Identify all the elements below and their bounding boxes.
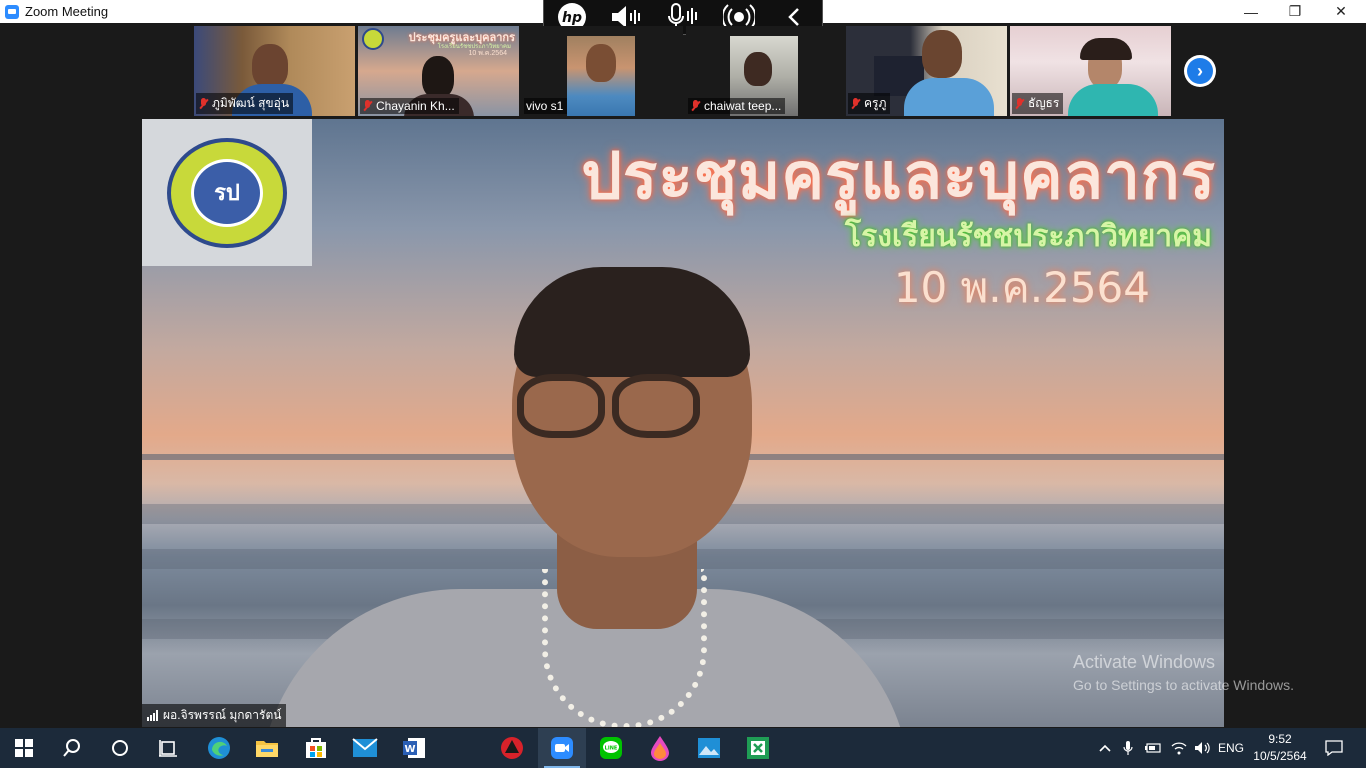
school-logo: รป [142, 119, 312, 266]
participant-name: Chayanin Kh... [376, 99, 455, 113]
zoom-icon[interactable] [538, 728, 586, 768]
mic-muted-icon [198, 97, 209, 110]
window-title: Zoom Meeting [25, 4, 109, 19]
file-explorer-icon[interactable] [243, 728, 291, 768]
next-page-button[interactable]: › [1184, 55, 1216, 87]
school-name: โรงเรียนรัชชประภาวิทยาคม [845, 219, 1212, 254]
svg-text:LINE: LINE [605, 746, 618, 752]
clock-date: 10/5/2564 [1253, 749, 1307, 763]
cortana-icon[interactable] [96, 728, 144, 768]
edge-icon[interactable] [195, 728, 243, 768]
input-language[interactable]: ENG [1216, 728, 1246, 768]
presenter-hair [514, 267, 750, 377]
line-icon[interactable]: LINE [587, 728, 635, 768]
participant-label: Chayanin Kh... [360, 98, 459, 114]
chevron-up-icon[interactable] [1096, 728, 1114, 768]
participant-label: ธัญธร [1012, 93, 1064, 114]
search-icon[interactable] [48, 728, 96, 768]
participant-name: ครูภู [864, 96, 887, 110]
school-logo-icon [362, 28, 384, 50]
close-button[interactable]: ✕ [1318, 0, 1364, 23]
participant-name: chaiwat teep... [704, 99, 782, 113]
mic-muted-icon [1014, 97, 1025, 110]
microphone-tray-icon[interactable] [1119, 728, 1137, 768]
meeting-headline: ประชุมครูและบุคลากร [581, 140, 1216, 214]
store-icon[interactable] [292, 728, 340, 768]
windows-taskbar: W LINE ENG 9:52 10/5/2564 [0, 728, 1366, 768]
participant-label: vivo s1 [524, 98, 568, 114]
meeting-date: 10 พ.ค.2564 [893, 263, 1150, 312]
system-clock[interactable]: 9:52 10/5/2564 [1252, 731, 1308, 765]
participant-label: ภูมิพัฒน์ สุขอุ่น [196, 93, 294, 114]
battery-icon[interactable] [1142, 728, 1164, 768]
signal-strength-icon [147, 710, 158, 721]
excel-icon[interactable] [734, 728, 782, 768]
svg-text:W: W [404, 744, 415, 755]
glasses-icon [517, 374, 605, 438]
maximize-button[interactable]: ❐ [1272, 0, 1318, 23]
active-speaker-video: รป ประชุมครูและบุคลากร โรงเรียนรัชชประภา… [142, 119, 1224, 727]
zoom-app-icon [5, 4, 19, 19]
paint-icon[interactable] [636, 728, 684, 768]
participant-tile[interactable]: ภูมิพัฒน์ สุขอุ่น [194, 26, 355, 116]
necklace [542, 569, 707, 727]
word-icon[interactable]: W [390, 728, 438, 768]
participant-tile[interactable]: ครูภู [846, 26, 1007, 116]
windows-start-icon[interactable] [0, 728, 48, 768]
watermark-title: Activate Windows [1073, 652, 1216, 672]
glasses-icon [612, 374, 700, 438]
activate-windows-watermark: Activate Windows Go to Settings to activ… [1073, 652, 1294, 693]
school-emblem-icon: รป [167, 137, 287, 248]
participant-label: ครูภู [848, 93, 891, 114]
chevron-right-icon: › [1187, 58, 1213, 84]
task-view-icon[interactable] [144, 728, 192, 768]
speaker-name: ผอ.จิรพรรณ์ มุกดารัตน์ [163, 708, 282, 722]
minimize-button[interactable]: — [1228, 0, 1274, 23]
clock-time: 9:52 [1268, 732, 1292, 746]
watermark-subtitle: Go to Settings to activate Windows. [1073, 677, 1294, 693]
participant-name: ธัญธร [1028, 96, 1060, 110]
slide-date: 10 พ.ค.2564 [468, 50, 508, 57]
photos-icon[interactable] [685, 728, 733, 768]
participant-name: vivo s1 [526, 99, 564, 113]
wifi-icon[interactable] [1168, 728, 1190, 768]
volume-icon[interactable] [1192, 728, 1214, 768]
mail-icon[interactable] [341, 728, 389, 768]
mic-muted-icon [850, 97, 861, 110]
participant-tile[interactable]: ประชุมครูและบุคลากร โรงเรียนรัชชประภาวิท… [358, 26, 519, 116]
participant-tile[interactable]: chaiwat teep... [686, 26, 847, 116]
participant-tile[interactable]: vivo s1 [522, 26, 683, 116]
hp-logo-text: hp [562, 10, 582, 26]
mic-muted-icon [362, 100, 373, 112]
mic-muted-icon [690, 100, 701, 112]
participant-tile[interactable]: ธัญธร [1010, 26, 1171, 116]
participant-label: chaiwat teep... [688, 98, 786, 114]
participant-name: ภูมิพัฒน์ สุขอุ่น [212, 96, 290, 110]
speaker-label: ผอ.จิรพรรณ์ มุกดารัตน์ [142, 704, 287, 727]
app-icon[interactable] [488, 728, 536, 768]
notification-icon[interactable] [1320, 728, 1348, 768]
